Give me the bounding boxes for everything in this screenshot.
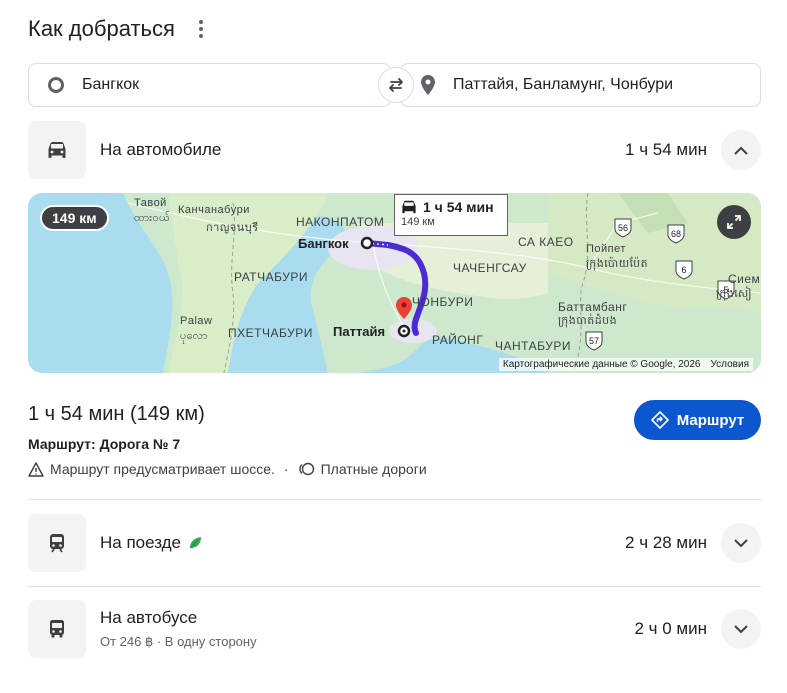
card-time: 1 ч 54 мин [423,199,494,215]
origin-value: Бангкок [82,76,140,93]
note-tolls: Платные дороги [320,461,427,477]
note-highway: Маршрут предусматривает шоссе. [50,461,275,477]
chevron-down-icon [734,538,748,547]
mode-bus-label: На автобусе [100,608,198,627]
route-map[interactable]: 56 68 6 5 57 149 км Тавой ထားဝယ် Канчана… [28,193,761,373]
map-label-battambang: Баттамбанг [558,300,628,314]
chevron-down-icon [734,624,748,633]
more-options-icon[interactable] [193,17,209,41]
directions-header: Как добраться [28,14,209,44]
car-icon [402,200,416,214]
mode-bus-time: 2 ч 0 мин [634,619,707,638]
map-label-palaw: Palaw [180,315,213,327]
map-label-bangkok: Бангкок [298,236,349,251]
map-label-siemreap: Сиемр [728,272,761,286]
car-icon [28,121,86,179]
note-separator: · [283,461,289,477]
train-icon [28,514,86,572]
collapse-button[interactable] [721,130,761,170]
bus-icon [28,600,86,658]
expand-bus-button[interactable] [721,609,761,649]
map-label-battambang-local: ក្រុងបាត់ដំបង [558,315,618,327]
map-attribution: Картографические данные © Google, 2026 Ус… [498,358,753,371]
mode-train-row[interactable]: На поезде 2 ч 28 мин [28,514,761,572]
warning-icon [28,461,44,477]
place-pin-icon [421,75,435,95]
map-label-siemreap-local: ក្រុងសៀ [716,288,752,300]
swap-button[interactable] [378,67,414,103]
route-time-card[interactable]: 1 ч 54 мин 149 км [394,194,508,236]
expand-map-button[interactable] [717,205,751,239]
mode-bus-price: От 246 ฿ · В одну сторону [100,634,257,649]
map-label-tavoi-local: ထားဝယ် [134,212,171,224]
mode-car-label: На автомобиле [100,140,222,159]
origin-circle-icon [48,77,64,93]
map-label-kanchanaburi: Канчанабури [178,204,250,216]
terms-link[interactable]: Условия [710,359,749,370]
map-label-chanthaburi: ЧАНТАБУРИ [495,339,571,353]
swap-arrows-icon [389,78,403,92]
destination-value: Паттайя, Банламунг, Чонбури [453,76,674,93]
eco-leaf-icon [189,537,201,549]
map-label-phetchaburi: ПХЕТЧАБУРИ [228,326,313,340]
map-label-tavoi: Тавой [134,197,167,209]
card-distance: 149 км [401,216,435,228]
page-title: Как добраться [28,16,175,41]
shield-68: 68 [671,229,681,239]
navigate-label: Маршрут [676,411,745,429]
mode-car-row[interactable]: На автомобиле 1 ч 54 мин [28,121,761,179]
map-label-palaw-local: ပုလော [180,330,209,342]
summary-title: 1 ч 54 мин (149 км) [28,403,205,425]
shield-6: 6 [681,265,686,275]
map-label-pattaya: Паттайя [333,324,386,339]
divider [28,586,761,587]
destination-field[interactable]: Паттайя, Банламунг, Чонбури [400,63,761,107]
map-label-ratchaburi: РАТЧАБУРИ [234,270,308,284]
summary-route: Маршрут: Дорога № 7 [28,436,181,452]
route-inputs: Бангкок Паттайя, Банламунг, Чонбури [28,63,761,107]
mode-bus-row[interactable]: На автобусе От 246 ฿ · В одну сторону 2 … [28,600,761,658]
attribution-text: Картографические данные © Google, 2026 [502,359,701,370]
directions-icon [650,411,669,429]
map-label-chachoengsao: ЧАЧЕНГСАУ [453,261,527,275]
map-label-chonburi: ЧОНБУРИ [412,295,474,309]
fullscreen-icon [727,215,741,229]
shield-56: 56 [618,223,628,233]
map-label-rayong: РАЙОНГ [432,333,484,347]
origin-field[interactable]: Бангкок [28,63,391,107]
toll-icon [298,462,314,476]
mode-train-time: 2 ч 28 мин [625,533,707,552]
route-summary: 1 ч 54 мин (149 км) Маршрут: Дорога № 7 … [28,403,427,477]
mode-train-label: На поезде [100,533,181,552]
distance-pill: 149 км [40,205,109,231]
map-label-kanchanaburi-local: กาญจนบุรี [206,222,259,234]
divider [28,499,761,500]
map-label-sakaeo: СА КАЕО [518,235,574,249]
map-label-nakhonpathom: НАКОНПАТОМ [296,215,385,229]
map-label-poipet-local: ក្រុងប៉ោយប៉ែត [586,258,649,270]
chevron-up-icon [734,146,748,155]
map-label-poipet: Пойпет [586,243,626,255]
shield-57: 57 [589,336,599,346]
expand-train-button[interactable] [721,523,761,563]
mode-car-time: 1 ч 54 мин [625,140,707,159]
summary-notes: Маршрут предусматривает шоссе. · Платные… [28,461,427,477]
navigate-button[interactable]: Маршрут [634,400,761,440]
